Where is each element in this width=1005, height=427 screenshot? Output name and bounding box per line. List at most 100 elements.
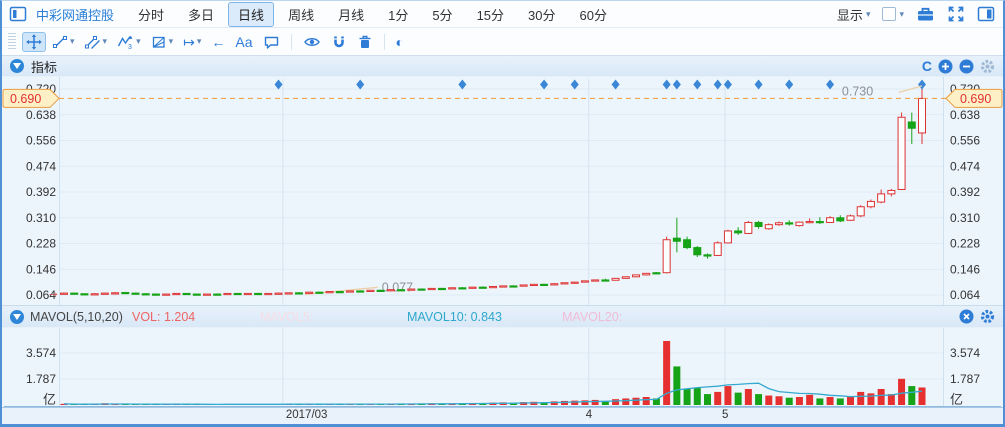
mavol-title: MAVOL(5,10,20) [30, 306, 123, 327]
mavol10-label: MAVOL10: 0.843 [407, 306, 502, 327]
svg-text:0.690: 0.690 [10, 92, 41, 106]
collapse-panel-icon[interactable] [10, 310, 24, 324]
collapse-panel-icon[interactable] [10, 59, 24, 73]
svg-text:0.228: 0.228 [950, 237, 980, 251]
tab-5分[interactable]: 5分 [422, 2, 462, 27]
settings-gear-icon[interactable] [980, 309, 995, 324]
tab-1分[interactable]: 1分 [378, 2, 418, 27]
stock-chart-window: 中彩网通控股 分时多日日线周线月线1分5分15分30分60分 显示 ▾ ▾ [0, 0, 1005, 427]
svg-text:0.146: 0.146 [26, 262, 56, 276]
settings-gear-icon[interactable] [980, 59, 995, 74]
mavol10-line [64, 383, 922, 404]
left-panel-toggle-icon[interactable] [8, 4, 28, 24]
top-toolbar: 中彩网通控股 分时多日日线周线月线1分5分15分30分60分 显示 ▾ ▾ [2, 1, 1003, 28]
time-axis-label: 4 [586, 409, 592, 421]
display-dropdown[interactable]: 显示 ▾ [837, 5, 871, 24]
svg-text:0.556: 0.556 [950, 134, 980, 148]
move-tool[interactable] [22, 32, 46, 52]
right-panel-toggle-icon[interactable] [977, 5, 995, 23]
chevron-down-icon: ▾ [197, 37, 202, 46]
tab-周线[interactable]: 周线 [278, 2, 324, 27]
color-swatch [882, 7, 896, 21]
tab-月线[interactable]: 月线 [328, 2, 374, 27]
gann-box-tool[interactable]: ▾ [147, 32, 178, 52]
wave-tool[interactable]: 3 ▾ [113, 32, 145, 52]
volume-chart-area[interactable]: 3.5743.5741.7871.787亿亿 [2, 328, 1003, 408]
svg-text:3.574: 3.574 [26, 346, 56, 360]
time-axis: 2017/03 4 5 [2, 408, 1003, 424]
volume-bars [61, 341, 926, 405]
time-axis-label: 5 [722, 409, 728, 421]
tab-15分[interactable]: 15分 [467, 2, 514, 27]
close-panel-icon[interactable] [959, 309, 974, 324]
indicator-panel-title: 指标 [31, 57, 57, 76]
chevron-down-icon: ▾ [103, 37, 108, 46]
visibility-tool[interactable] [299, 32, 325, 52]
mavol20-label: MAVOL20: [562, 306, 622, 327]
svg-text:0.474: 0.474 [26, 159, 56, 173]
price-chart[interactable]: 0.0770.7300.7200.7200.6380.6380.5560.556… [2, 77, 1003, 305]
callout-tool[interactable] [259, 32, 284, 52]
display-label: 显示 [837, 5, 863, 24]
refresh-icon[interactable]: C [922, 58, 932, 74]
svg-text:0.077: 0.077 [382, 280, 413, 294]
volume-chart[interactable]: 3.5743.5741.7871.787亿亿 [2, 328, 1003, 407]
svg-text:亿: 亿 [950, 392, 963, 407]
undo-tool[interactable]: ← [207, 33, 229, 51]
time-axis-label: 2017/03 [286, 409, 328, 421]
mavol5-label: MAVOL5: [260, 306, 313, 327]
svg-text:3.574: 3.574 [950, 346, 980, 360]
svg-text:0.638: 0.638 [950, 108, 980, 122]
text-tool[interactable]: Aa [231, 33, 256, 51]
scroll-left-indicator-arrow[interactable]: → [47, 285, 60, 300]
contrast-icon: ◐ [396, 35, 404, 49]
zoom-in-icon[interactable] [938, 59, 953, 74]
svg-text:0.638: 0.638 [26, 108, 56, 122]
extend-line-tool[interactable]: ↦ ▾ [179, 33, 205, 51]
svg-text:0.146: 0.146 [950, 262, 980, 276]
svg-text:0.690: 0.690 [960, 92, 991, 106]
vol-value-label: VOL: 1.204 [132, 306, 195, 327]
tab-60分[interactable]: 60分 [570, 2, 617, 27]
stock-name[interactable]: 中彩网通控股 [36, 5, 114, 24]
svg-text:0.392: 0.392 [950, 185, 980, 199]
svg-text:0.064: 0.064 [950, 288, 980, 302]
magnet-tool[interactable] [327, 32, 351, 52]
svg-text:0.392: 0.392 [26, 185, 56, 199]
indicator-panel-header: 指标 C [2, 56, 1003, 77]
chevron-down-icon: ▾ [866, 10, 871, 19]
delete-tool[interactable] [353, 32, 377, 52]
svg-text:0.228: 0.228 [26, 237, 56, 251]
right-price-callout: 0.690 [946, 89, 1002, 107]
trendline-tool[interactable]: ▾ [48, 32, 79, 52]
chevron-down-icon: ▾ [169, 37, 174, 46]
period-tabs: 分时多日日线周线月线1分5分15分30分60分 [128, 2, 617, 27]
high-annotation-label: 0.730 [842, 84, 873, 98]
svg-text:3: 3 [128, 44, 132, 50]
svg-text:0.310: 0.310 [26, 211, 56, 225]
svg-text:0.310: 0.310 [950, 211, 980, 225]
price-chart-area[interactable]: 0.0770.7300.7200.7200.6380.6380.5560.556… [2, 77, 1003, 305]
drag-handle[interactable] [8, 33, 16, 51]
style-picker-dropdown[interactable]: ▾ [882, 7, 904, 21]
tab-分时[interactable]: 分时 [128, 2, 174, 27]
fullscreen-icon[interactable] [947, 5, 965, 23]
compare-overlay-tool[interactable]: ◐ [392, 33, 408, 51]
back-arrow-icon: ← [211, 35, 225, 49]
tab-30分[interactable]: 30分 [518, 2, 565, 27]
extend-line-icon: ↦ [183, 35, 195, 49]
svg-text:1.787: 1.787 [26, 372, 56, 386]
svg-text:0.556: 0.556 [26, 134, 56, 148]
chevron-down-icon: ▾ [136, 37, 141, 46]
event-markers[interactable] [275, 80, 927, 90]
channel-tool[interactable]: ▾ [81, 32, 112, 52]
chevron-down-icon: ▾ [899, 10, 904, 19]
tab-多日[interactable]: 多日 [178, 2, 224, 27]
toolbox-icon[interactable] [916, 5, 935, 23]
price-gridlines [60, 77, 944, 305]
left-price-callout: 0.690 [3, 89, 59, 107]
drawing-toolbar: ▾ ▾ 3 ▾ ▾ ↦ ▾ ← Aa [2, 28, 1003, 56]
candles [61, 86, 926, 295]
tab-日线[interactable]: 日线 [228, 2, 274, 27]
zoom-out-icon[interactable] [959, 59, 974, 74]
